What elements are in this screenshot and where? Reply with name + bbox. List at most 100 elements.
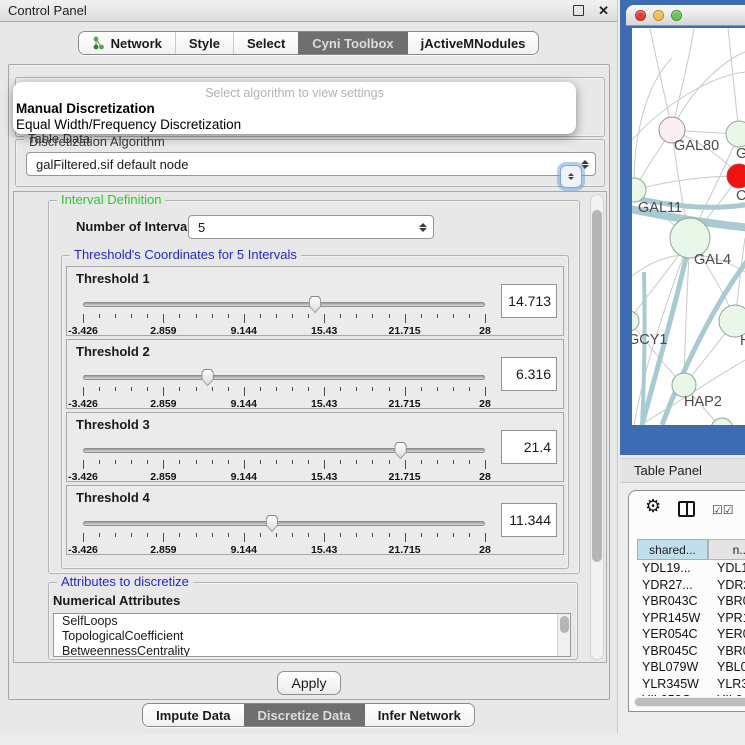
table-row[interactable]: YBR045CYBR0 [637, 643, 745, 660]
slider-thumb[interactable] [308, 296, 323, 313]
table-row[interactable]: YBR043CYBR0 [637, 593, 745, 610]
threshold-slider[interactable]: -3.4262.8599.14415.4321.71528 [83, 441, 485, 481]
table-cell-name: YBR0 [708, 594, 745, 608]
threshold-value-field[interactable]: 6.316 [501, 357, 557, 391]
tick-mark [99, 460, 100, 464]
network-node[interactable] [727, 164, 745, 188]
table-row[interactable]: YLR345WYLR3 [637, 676, 745, 693]
tick-mark [276, 533, 277, 537]
tick-label: -3.426 [68, 471, 98, 483]
attributes-group: Attributes to discretize Numerical Attri… [48, 582, 578, 660]
tick-mark [437, 460, 438, 464]
tab-label: Style [189, 36, 220, 51]
number-of-intervals-combobox[interactable]: 5 [188, 215, 434, 239]
bottom-tab-label: Infer Network [378, 708, 461, 723]
zoom-traffic-light-icon[interactable] [671, 10, 682, 21]
network-edge[interactable] [672, 28, 694, 130]
tick-mark [389, 314, 390, 318]
gear-icon[interactable]: ⚙ [645, 497, 661, 515]
checkboxes-icon[interactable]: ☑☑ [712, 503, 734, 517]
tick-label: 15.43 [311, 544, 337, 556]
slider-track[interactable] [83, 521, 485, 526]
scrollbar-thumb[interactable] [560, 616, 569, 633]
tick-mark [340, 314, 341, 318]
settings-vertical-scrollbar[interactable] [590, 194, 604, 660]
network-node[interactable] [632, 311, 639, 331]
minimize-traffic-light-icon[interactable] [653, 10, 664, 21]
bottom-tab-impute-data[interactable]: Impute Data [143, 704, 243, 726]
close-icon[interactable]: ✕ [598, 4, 609, 17]
slider-track[interactable] [83, 375, 485, 380]
network-graph[interactable]: GAL80GACGAL11GAL4GCY1HHAP2 [632, 28, 745, 425]
table-horizontal-scrollbar[interactable] [634, 697, 745, 707]
table-row[interactable]: YDL19...YDL1 [637, 560, 745, 577]
network-edge[interactable] [634, 176, 739, 190]
table-row[interactable]: YBL079WYBL0 [637, 659, 745, 676]
close-traffic-light-icon[interactable] [635, 10, 646, 21]
attribute-list-item[interactable]: BetweennessCentrality [54, 644, 570, 657]
tab-select[interactable]: Select [233, 32, 298, 54]
scrollbar-thumb[interactable] [592, 210, 602, 562]
tick-mark [308, 387, 309, 391]
table-row[interactable]: YER054CYER0 [637, 626, 745, 643]
popup-menu-item[interactable]: Equal Width/Frequency Discretization [13, 117, 576, 133]
tab-jactivemnodules[interactable]: jActiveMNodules [407, 32, 539, 54]
slider-thumb[interactable] [200, 369, 215, 386]
numerical-attributes-list[interactable]: SelfLoopsTopologicalCoefficientBetweenne… [53, 613, 571, 657]
slider-thumb[interactable] [393, 442, 408, 459]
table-column-header-name[interactable]: n... [708, 539, 745, 560]
tick-label: -3.426 [68, 544, 98, 556]
tick-mark [292, 387, 293, 391]
bottom-tab-infer-network[interactable]: Infer Network [364, 704, 474, 726]
tab-network[interactable]: Network [79, 32, 175, 54]
slider-tick-labels: -3.4262.8599.14415.4321.71528 [83, 398, 485, 410]
threshold-slider[interactable]: -3.4262.8599.14415.4321.71528 [83, 368, 485, 408]
tick-mark [244, 314, 245, 323]
attributes-list-scrollbar[interactable] [557, 614, 570, 656]
split-column-icon[interactable] [678, 501, 695, 517]
tab-cyni-toolbox[interactable]: Cyni Toolbox [298, 32, 406, 54]
slider-thumb[interactable] [264, 515, 279, 532]
table-row[interactable]: YIL052CYIL0 [637, 692, 745, 696]
apply-button[interactable]: Apply [277, 671, 341, 695]
slider-track[interactable] [83, 448, 485, 453]
bottom-tab-discretize-data[interactable]: Discretize Data [244, 704, 364, 726]
network-edge[interactable] [650, 28, 672, 130]
tick-mark [260, 533, 261, 537]
table-row[interactable]: YDR27...YDR2 [637, 577, 745, 594]
tick-mark [356, 314, 357, 318]
tick-label: 21.715 [389, 325, 421, 337]
threshold-value-field[interactable]: 14.713 [501, 284, 557, 318]
tick-mark [131, 314, 132, 318]
attribute-list-item[interactable]: TopologicalCoefficient [54, 629, 570, 644]
tick-mark [437, 314, 438, 318]
table-data-combobox[interactable]: galFiltered.sif default node [26, 152, 596, 176]
network-node[interactable] [726, 121, 745, 147]
network-window-titlebar[interactable] [626, 5, 745, 26]
tick-label: 15.43 [311, 471, 337, 483]
tick-label: 21.715 [389, 398, 421, 410]
table-row[interactable]: YPR145WYPR1 [637, 610, 745, 627]
network-edge[interactable] [642, 272, 645, 425]
float-window-icon[interactable] [573, 5, 584, 16]
slider-track[interactable] [83, 302, 485, 307]
tick-mark [147, 314, 148, 318]
tick-label: 28 [479, 325, 491, 337]
network-node[interactable] [711, 418, 733, 425]
threshold-slider[interactable]: -3.4262.8599.14415.4321.71528 [83, 295, 485, 335]
popup-menu-item[interactable]: Manual Discretization [13, 101, 576, 117]
network-canvas[interactable]: GAL80GACGAL11GAL4GCY1HHAP2 [632, 28, 745, 425]
threshold-value-field[interactable]: 21.4 [501, 430, 557, 464]
attribute-list-item[interactable]: SelfLoops [54, 614, 570, 629]
tab-style[interactable]: Style [175, 32, 233, 54]
threshold-value-field[interactable]: 11.344 [501, 503, 557, 537]
tick-label: 28 [479, 471, 491, 483]
control-panel-title: Control Panel [8, 3, 87, 18]
combo-stepper-icon[interactable] [417, 223, 429, 232]
scrollbar-thumb[interactable] [635, 698, 745, 706]
tick-mark [244, 387, 245, 396]
threshold-slider[interactable]: -3.4262.8599.14415.4321.71528 [83, 514, 485, 554]
table-column-header-shared[interactable]: shared... [637, 539, 708, 560]
algorithm-combo-stepper[interactable] [560, 165, 582, 188]
network-edge[interactable] [728, 28, 739, 134]
